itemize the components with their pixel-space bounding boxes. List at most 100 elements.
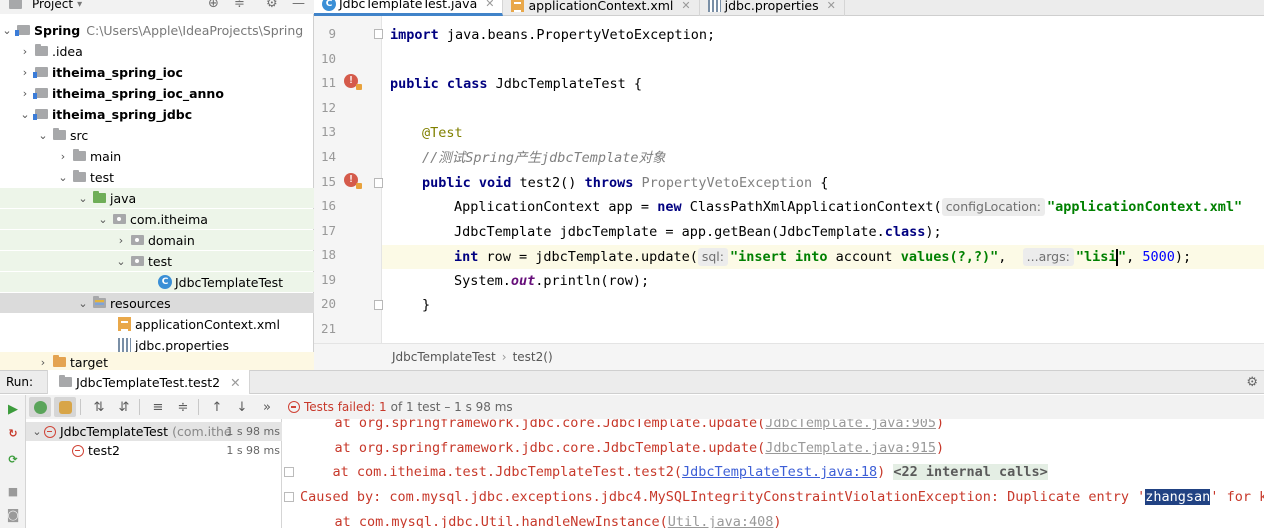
tree-item-src[interactable]: ⌄ src [0, 125, 314, 145]
tree-item-domain[interactable]: › domain [0, 230, 314, 250]
rerun-icon[interactable]: ▶ [6, 403, 20, 417]
internal-calls-fold[interactable]: <22 internal calls> [893, 464, 1048, 480]
tree-item-label: domain [148, 232, 195, 248]
package-icon [131, 256, 144, 266]
chevron-down-icon[interactable]: ⌄ [76, 297, 90, 310]
console-link[interactable]: JdbcTemplate.java:905 [765, 419, 936, 431]
collapse-all-icon[interactable]: ≑ [234, 0, 245, 11]
code-string: "insert into [729, 249, 836, 265]
breadcrumb-class[interactable]: JdbcTemplateTest [392, 350, 496, 364]
gear-icon[interactable]: ⚙ [266, 0, 278, 11]
expand-icon[interactable] [284, 492, 294, 502]
close-icon[interactable]: ✕ [827, 0, 836, 12]
console-text: at org.springframework.jdbc.core.JdbcTem… [302, 440, 766, 456]
chevron-down-icon[interactable]: ⌄ [30, 425, 44, 438]
tree-item-module[interactable]: › itheima_spring_ioc_anno [0, 83, 314, 103]
run-tab[interactable]: JdbcTemplateTest.test2 ✕ [47, 370, 250, 394]
arrow-down-icon[interactable]: ↓ [231, 397, 253, 417]
console-line: at com.mysql.jdbc.Util.handleNewInstance… [302, 510, 782, 528]
close-icon[interactable]: ✕ [681, 0, 690, 12]
fold-icon[interactable] [374, 300, 383, 310]
camera-icon[interactable]: ◙ [6, 509, 20, 523]
chevron-down-icon[interactable]: ⌄ [18, 108, 32, 121]
project-panel-title[interactable]: Project [32, 0, 73, 11]
test-suite-row[interactable]: ⌄ JdbcTemplateTest (com.ithe 1 s 98 ms [26, 422, 282, 441]
sort-duration-icon[interactable]: ⇵ [113, 397, 135, 417]
chevron-right-icon[interactable]: › [36, 356, 50, 369]
rerun-failed-icon[interactable]: ↻ [6, 427, 20, 441]
tree-item-class[interactable]: C JdbcTemplateTest [0, 272, 314, 292]
chevron-right-icon[interactable]: › [18, 45, 32, 58]
arrow-up-icon[interactable]: ↑ [206, 397, 228, 417]
chevron-down-icon[interactable]: ⌄ [76, 192, 90, 205]
toolbar-separator [139, 399, 140, 415]
locate-icon[interactable]: ⊕ [208, 0, 219, 11]
close-icon[interactable]: ✕ [230, 375, 240, 390]
chevron-right-icon[interactable]: › [114, 234, 128, 247]
fold-icon[interactable] [374, 178, 383, 188]
chevron-down-icon[interactable]: ⌄ [96, 213, 110, 226]
stop-icon[interactable]: ■ [6, 485, 20, 499]
sort-alpha-icon[interactable]: ⇅ [88, 397, 110, 417]
collapse-all-icon[interactable]: ≑ [172, 397, 194, 417]
gear-icon[interactable]: ⚙ [1246, 375, 1258, 390]
console-link[interactable]: JdbcTemplateTest.java:18 [682, 464, 877, 480]
fold-icon[interactable] [374, 29, 383, 39]
chevron-right-icon[interactable]: › [18, 66, 32, 79]
tree-item-idea[interactable]: › . idea [0, 41, 314, 61]
tab-jdbctemplatetest[interactable]: C JdbcTemplateTest.java ✕ [314, 0, 504, 16]
tree-item-module[interactable]: › itheima_spring_ioc [0, 62, 314, 82]
chevron-right-icon[interactable]: › [56, 150, 70, 163]
code-text: .println(row); [535, 273, 650, 289]
console-output[interactable]: at org.springframework.jdbc.core.JdbcTem… [282, 419, 1264, 528]
tree-item-label: itheima_spring_jdbc [52, 106, 193, 122]
code-text: JdbcTemplate jdbcTemplate = app.getBean(… [454, 224, 885, 240]
chevron-down-icon[interactable]: ⌄ [114, 255, 128, 268]
console-link[interactable]: Util.java:408 [668, 514, 774, 528]
chevron-down-icon[interactable]: ⌄ [36, 129, 50, 142]
tree-item-test[interactable]: ⌄ test [0, 167, 314, 187]
tree-item-resources[interactable]: ⌄ resources [0, 293, 314, 313]
code-text: java.beans.PropertyVetoException; [438, 27, 716, 43]
line-number: 13 [320, 124, 336, 139]
tree-item-package[interactable]: ⌄ com.itheima [0, 209, 314, 229]
tree-item-root[interactable]: ⌄ Spring C:\Users\Apple\IdeaProjects\Spr… [0, 20, 314, 40]
tree-item-xml[interactable]: applicationContext.xml [0, 314, 314, 334]
line-number: 16 [320, 198, 336, 213]
test-case-row[interactable]: test2 1 s 98 ms [26, 441, 282, 460]
tree-item-main[interactable]: › main [0, 146, 314, 166]
expand-all-icon[interactable]: ≡ [147, 397, 169, 417]
tree-item-target[interactable]: › target [0, 352, 314, 372]
tree-item-java[interactable]: ⌄ java [0, 188, 314, 208]
code-keyword: public class [390, 76, 488, 92]
parameter-hint: configLocation: [941, 198, 1046, 216]
resources-folder-icon [93, 296, 106, 308]
tree-item-label: target [70, 354, 109, 370]
tree-item-module[interactable]: ⌄ itheima_spring_jdbc [0, 104, 314, 124]
close-icon[interactable]: ✕ [485, 0, 494, 10]
show-passed-icon[interactable] [29, 397, 51, 417]
expand-icon[interactable] [284, 467, 294, 477]
tab-jdbcproperties[interactable]: jdbc.properties ✕ [700, 0, 845, 16]
run-test-error-icon[interactable]: ! [344, 74, 362, 90]
line-number: 20 [320, 296, 336, 311]
chevron-down-icon[interactable]: ⌄ [56, 171, 70, 184]
minimize-icon[interactable]: — [292, 0, 305, 11]
breadcrumb-method[interactable]: test2() [513, 350, 553, 364]
more-icon[interactable]: » [256, 397, 278, 417]
project-tree: ⌄ Spring C:\Users\Apple\IdeaProjects\Spr… [0, 14, 314, 372]
tree-item-test-package[interactable]: ⌄ test [0, 251, 314, 271]
package-icon [131, 235, 144, 245]
show-ignored-icon[interactable] [54, 397, 76, 417]
chevron-right-icon[interactable]: › [18, 87, 32, 100]
toggle-auto-test-icon[interactable]: ⟳ [6, 453, 20, 467]
line-number: 11 [320, 75, 336, 90]
test-root-folder-icon [93, 191, 106, 203]
chevron-down-icon[interactable]: ⌄ [0, 24, 14, 37]
tab-applicationcontext[interactable]: applicationContext.xml ✕ [503, 0, 700, 16]
chevron-down-icon[interactable]: ▾ [77, 0, 82, 10]
test-name: JdbcTemplateTest [60, 424, 169, 439]
code-editor[interactable]: 9 10 11 12 13 14 15 16 17 18 19 20 21 ! … [314, 16, 1264, 343]
run-test-error-icon[interactable]: ! [344, 173, 362, 189]
console-link[interactable]: JdbcTemplate.java:915 [765, 440, 936, 456]
